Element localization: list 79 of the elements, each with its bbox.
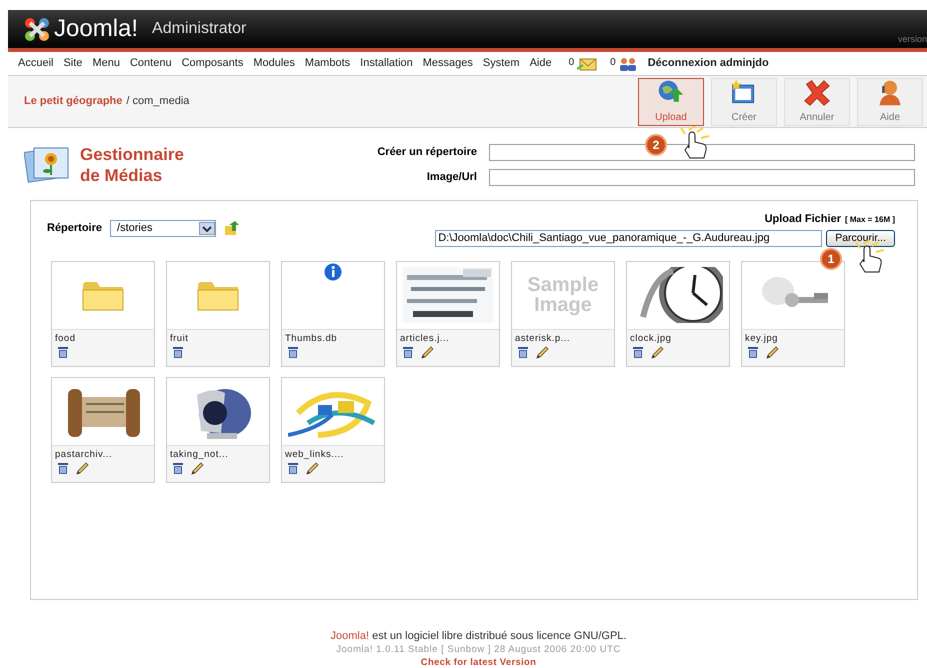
trash-icon[interactable] <box>172 462 184 474</box>
step-badge: 2 <box>645 134 667 156</box>
trash-icon[interactable] <box>57 462 69 474</box>
menu-item[interactable]: System <box>478 55 525 72</box>
file-name: key.jpg <box>744 332 779 344</box>
trash-icon[interactable] <box>747 346 759 358</box>
file-name: food <box>54 332 76 344</box>
menu-item[interactable]: Accueil <box>8 55 58 72</box>
menu-item[interactable]: Menu <box>87 55 125 72</box>
create-button[interactable]: Créer <box>711 78 777 126</box>
media-tile[interactable]: taking_not... <box>166 376 270 482</box>
envelope-icon <box>577 56 600 70</box>
site-link[interactable]: Le petit géographe <box>24 93 122 110</box>
step-badge: 1 <box>820 248 842 270</box>
update-link[interactable]: Check for latest Version <box>420 656 536 668</box>
info-icon <box>324 262 342 280</box>
pencil-icon[interactable] <box>650 346 664 360</box>
user-count: 0 <box>610 56 616 70</box>
file-name: articles.j... <box>399 332 450 344</box>
pencil-icon[interactable] <box>420 346 434 360</box>
media-tile[interactable]: fruit <box>166 260 270 366</box>
media-tile[interactable]: clock.jpg <box>626 260 730 366</box>
menu-item[interactable]: Composants <box>176 55 248 72</box>
text-field[interactable] <box>489 169 915 186</box>
menu-item[interactable]: Messages <box>418 55 478 72</box>
field-label: Image/Url <box>426 170 477 186</box>
version-text: Joomla! 1.0.11 Stable [ Sunbow ] 28 August 2006 20:00 UTC <box>336 643 621 656</box>
trash-icon[interactable] <box>632 346 644 358</box>
browse-button[interactable]: Parcourir... <box>826 230 895 246</box>
media-tile[interactable]: food <box>51 260 155 366</box>
pencil-icon[interactable] <box>190 462 204 476</box>
size-limit: [ Max = 16M ] <box>844 214 895 226</box>
file-name: asterisk.p... <box>514 332 572 344</box>
logout-link[interactable]: Déconnexion adminjdo <box>648 55 769 72</box>
trash-icon[interactable] <box>57 346 69 358</box>
caret-icon <box>199 222 216 235</box>
trash-icon[interactable] <box>402 346 414 358</box>
field-label: Créer un répertoire <box>376 145 477 160</box>
logo-text: Joomla! <box>54 17 138 41</box>
menu-item[interactable]: Modules <box>248 55 300 72</box>
trash-icon[interactable] <box>172 346 184 358</box>
menu-item[interactable]: Site <box>58 55 88 72</box>
upload-label: Upload Fichier <box>764 212 841 227</box>
pencil-icon[interactable] <box>305 462 319 476</box>
page-title: Gestionnaire de Médias <box>80 144 185 187</box>
joomla-logo-icon <box>22 16 52 42</box>
file-name: pastarchiv... <box>54 448 114 460</box>
header-title: Administrator <box>152 19 246 39</box>
menu-item[interactable]: Mambots <box>300 55 356 72</box>
media-tile[interactable]: web_links.... <box>281 376 385 482</box>
pencil-icon[interactable] <box>765 346 779 360</box>
cancel-button[interactable]: Annuler <box>784 78 850 126</box>
directory-dropdown[interactable]: /stories <box>110 220 216 237</box>
menu-item[interactable]: Contenu <box>124 55 177 72</box>
upload-button[interactable]: Upload <box>638 78 704 126</box>
trash-icon[interactable] <box>287 346 299 358</box>
pencil-icon[interactable] <box>75 462 89 476</box>
users-icon <box>618 56 637 70</box>
help-button[interactable]: Aide <box>857 78 923 126</box>
pencil-icon[interactable] <box>535 346 549 360</box>
file-name: Thumbs.db <box>284 332 338 344</box>
directory-label: Répertoire <box>47 221 102 236</box>
file-name: fruit <box>169 332 190 344</box>
menu-item[interactable]: Aide <box>524 55 557 72</box>
file-name: clock.jpg <box>629 332 672 344</box>
version-label: version <box>898 32 927 46</box>
license-text: Joomla! est un logiciel libre distribué sous licence GNU/GPL. <box>330 630 626 643</box>
file-name: taking_not... <box>169 448 230 460</box>
file-path-field[interactable]: D:\Joomla\doc\Chili_Santiago_vue_panoramique_-_G.Audureau.jpg <box>435 230 822 246</box>
menu-item[interactable]: Installation <box>355 55 418 72</box>
message-count: 0 <box>568 56 574 70</box>
folder-up-icon <box>224 220 240 236</box>
media-tile[interactable]: Thumbs.db <box>281 260 385 366</box>
breadcrumb-path: / com_media <box>126 94 190 110</box>
media-tile[interactable]: articles.j... <box>396 260 500 366</box>
file-name: web_links.... <box>284 448 345 460</box>
trash-icon[interactable] <box>287 462 299 474</box>
trash-icon[interactable] <box>517 346 529 358</box>
media-tile[interactable]: pastarchiv... <box>51 376 155 482</box>
